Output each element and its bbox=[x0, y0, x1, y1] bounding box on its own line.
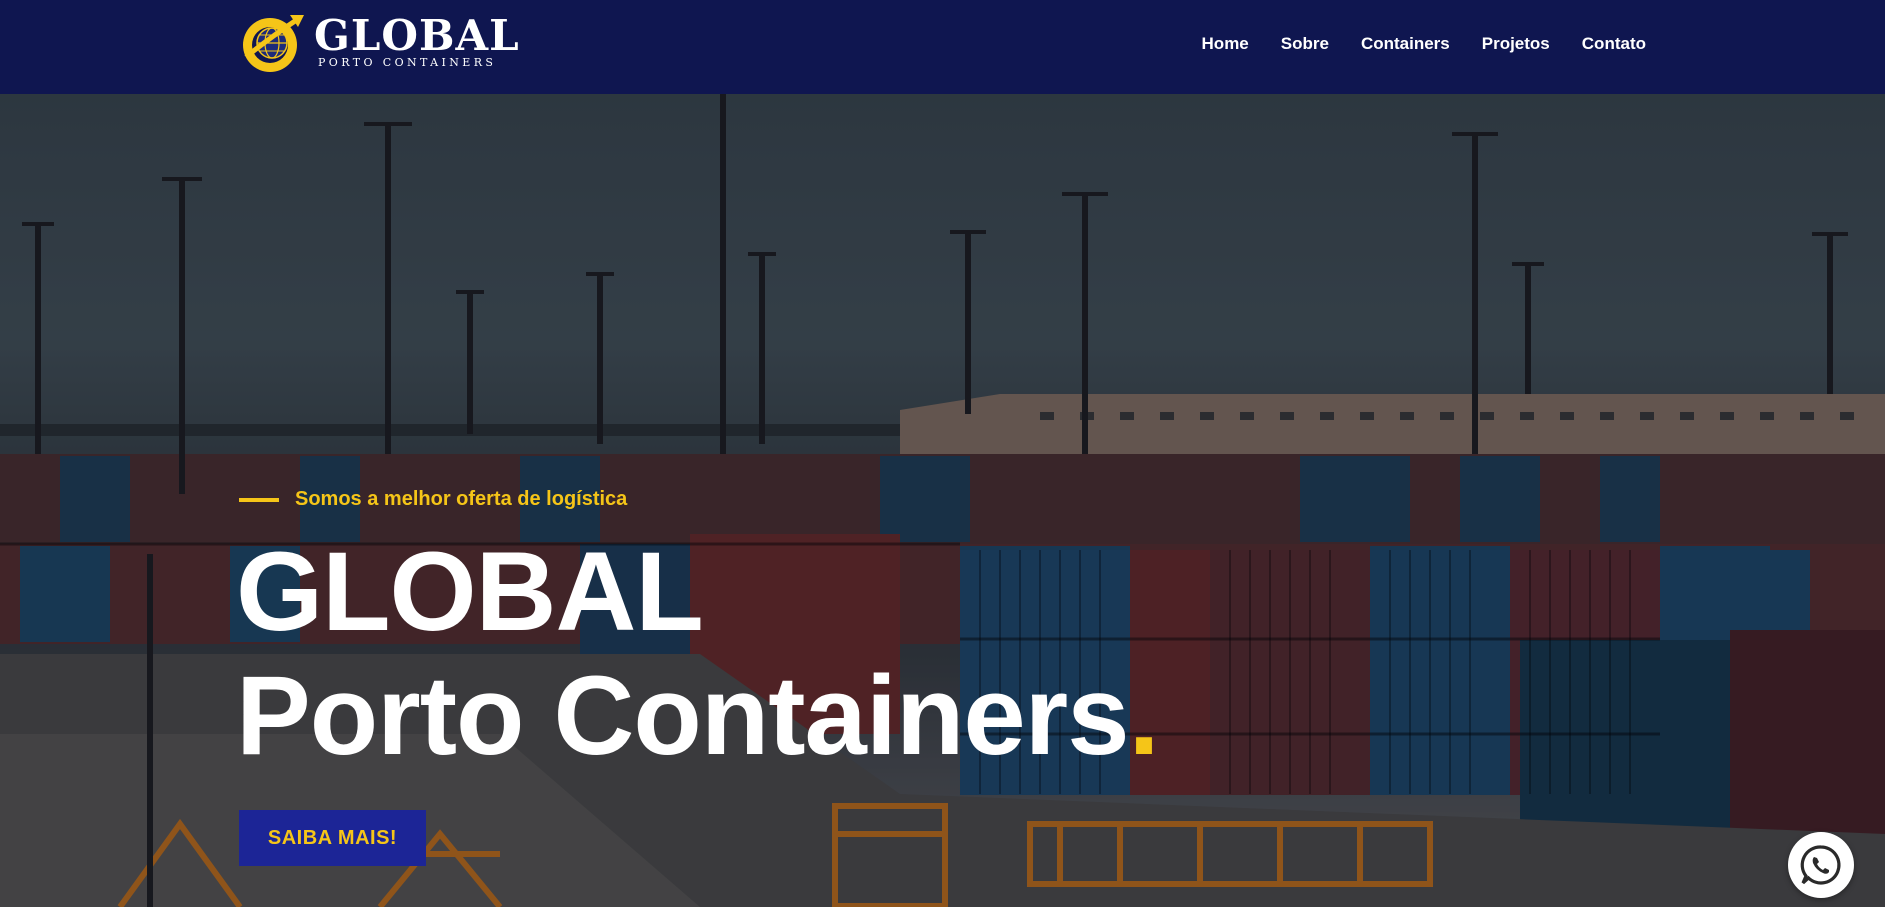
site-header: GLOBAL PORTO CONTAINERS Home Sobre Conta… bbox=[0, 0, 1885, 94]
whatsapp-button[interactable] bbox=[1788, 832, 1854, 898]
tagline-accent-bar bbox=[239, 497, 279, 502]
main-nav: Home Sobre Containers Projetos Contato bbox=[1202, 0, 1646, 88]
nav-projetos[interactable]: Projetos bbox=[1482, 34, 1550, 54]
headline-line-1: GLOBAL bbox=[236, 529, 704, 654]
whatsapp-icon bbox=[1800, 845, 1841, 885]
nav-sobre[interactable]: Sobre bbox=[1281, 34, 1329, 54]
globe-logo-icon bbox=[243, 15, 304, 72]
hero-tagline: Somos a melhor oferta de logística bbox=[239, 488, 627, 511]
hero-headline: GLOBAL Porto Containers. bbox=[236, 529, 1160, 778]
nav-contato[interactable]: Contato bbox=[1582, 34, 1646, 54]
logo-wordmark: GLOBAL bbox=[314, 11, 520, 60]
logo-subtitle: PORTO CONTAINERS bbox=[318, 56, 497, 69]
tagline-text: Somos a melhor oferta de logística bbox=[295, 488, 628, 510]
saiba-mais-button[interactable]: SAIBA MAIS! bbox=[239, 810, 426, 866]
headline-accent-dot: . bbox=[1128, 653, 1160, 778]
headline-line-2: Porto Containers. bbox=[236, 653, 1160, 778]
hero-section: Somos a melhor oferta de logística GLOBA… bbox=[0, 94, 1885, 907]
site-logo[interactable]: GLOBAL PORTO CONTAINERS bbox=[238, 9, 520, 77]
nav-home[interactable]: Home bbox=[1202, 34, 1249, 54]
nav-containers[interactable]: Containers bbox=[1361, 34, 1450, 54]
headline-line-2-text: Porto Containers bbox=[236, 653, 1130, 778]
